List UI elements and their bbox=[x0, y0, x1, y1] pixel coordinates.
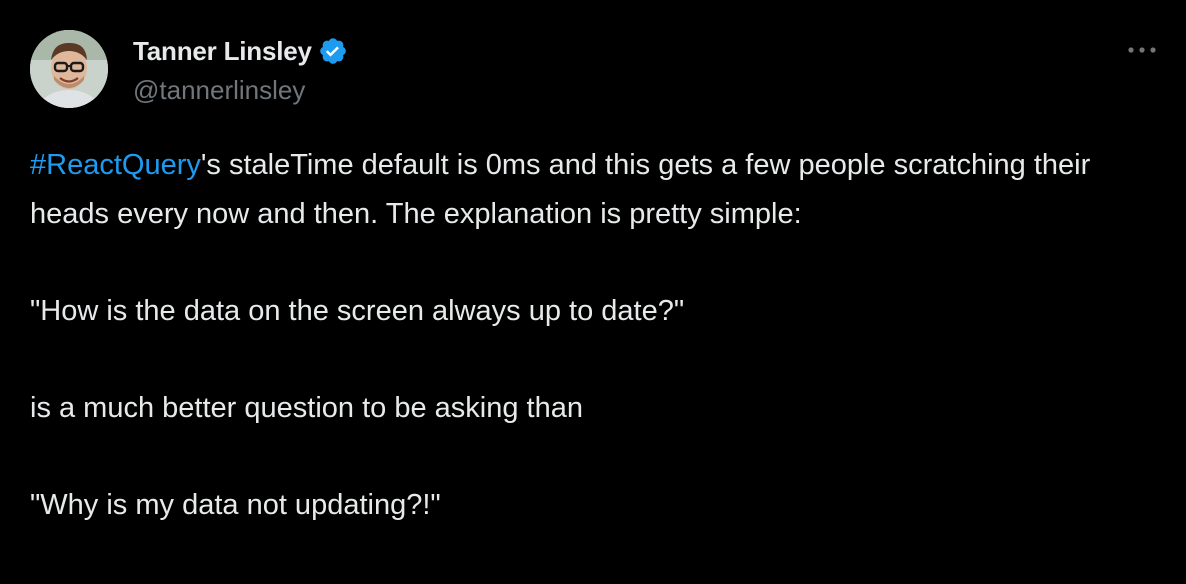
tweet-middle-text: is a much better question to be asking t… bbox=[30, 391, 583, 424]
tweet-card: Tanner Linsley @tannerlinsley #ReactQuer… bbox=[0, 0, 1186, 584]
avatar-image bbox=[30, 30, 108, 108]
more-options-icon[interactable] bbox=[1125, 36, 1159, 64]
avatar[interactable] bbox=[30, 30, 108, 108]
verified-badge-icon[interactable] bbox=[318, 36, 348, 66]
tweet-quote-two: "Why is my data not updating?!" bbox=[30, 488, 441, 521]
tweet-text: #ReactQuery's staleTime default is 0ms a… bbox=[30, 141, 1140, 529]
tweet-quote-one: "How is the data on the screen always up… bbox=[30, 294, 685, 327]
author-display-name[interactable]: Tanner Linsley bbox=[133, 35, 312, 67]
author-name-row: Tanner Linsley bbox=[133, 35, 348, 67]
tweet-paragraph-intro: #ReactQuery's staleTime default is 0ms a… bbox=[30, 141, 1140, 238]
author-handle[interactable]: @tannerlinsley bbox=[133, 74, 305, 106]
hashtag-link[interactable]: #ReactQuery bbox=[30, 149, 201, 181]
